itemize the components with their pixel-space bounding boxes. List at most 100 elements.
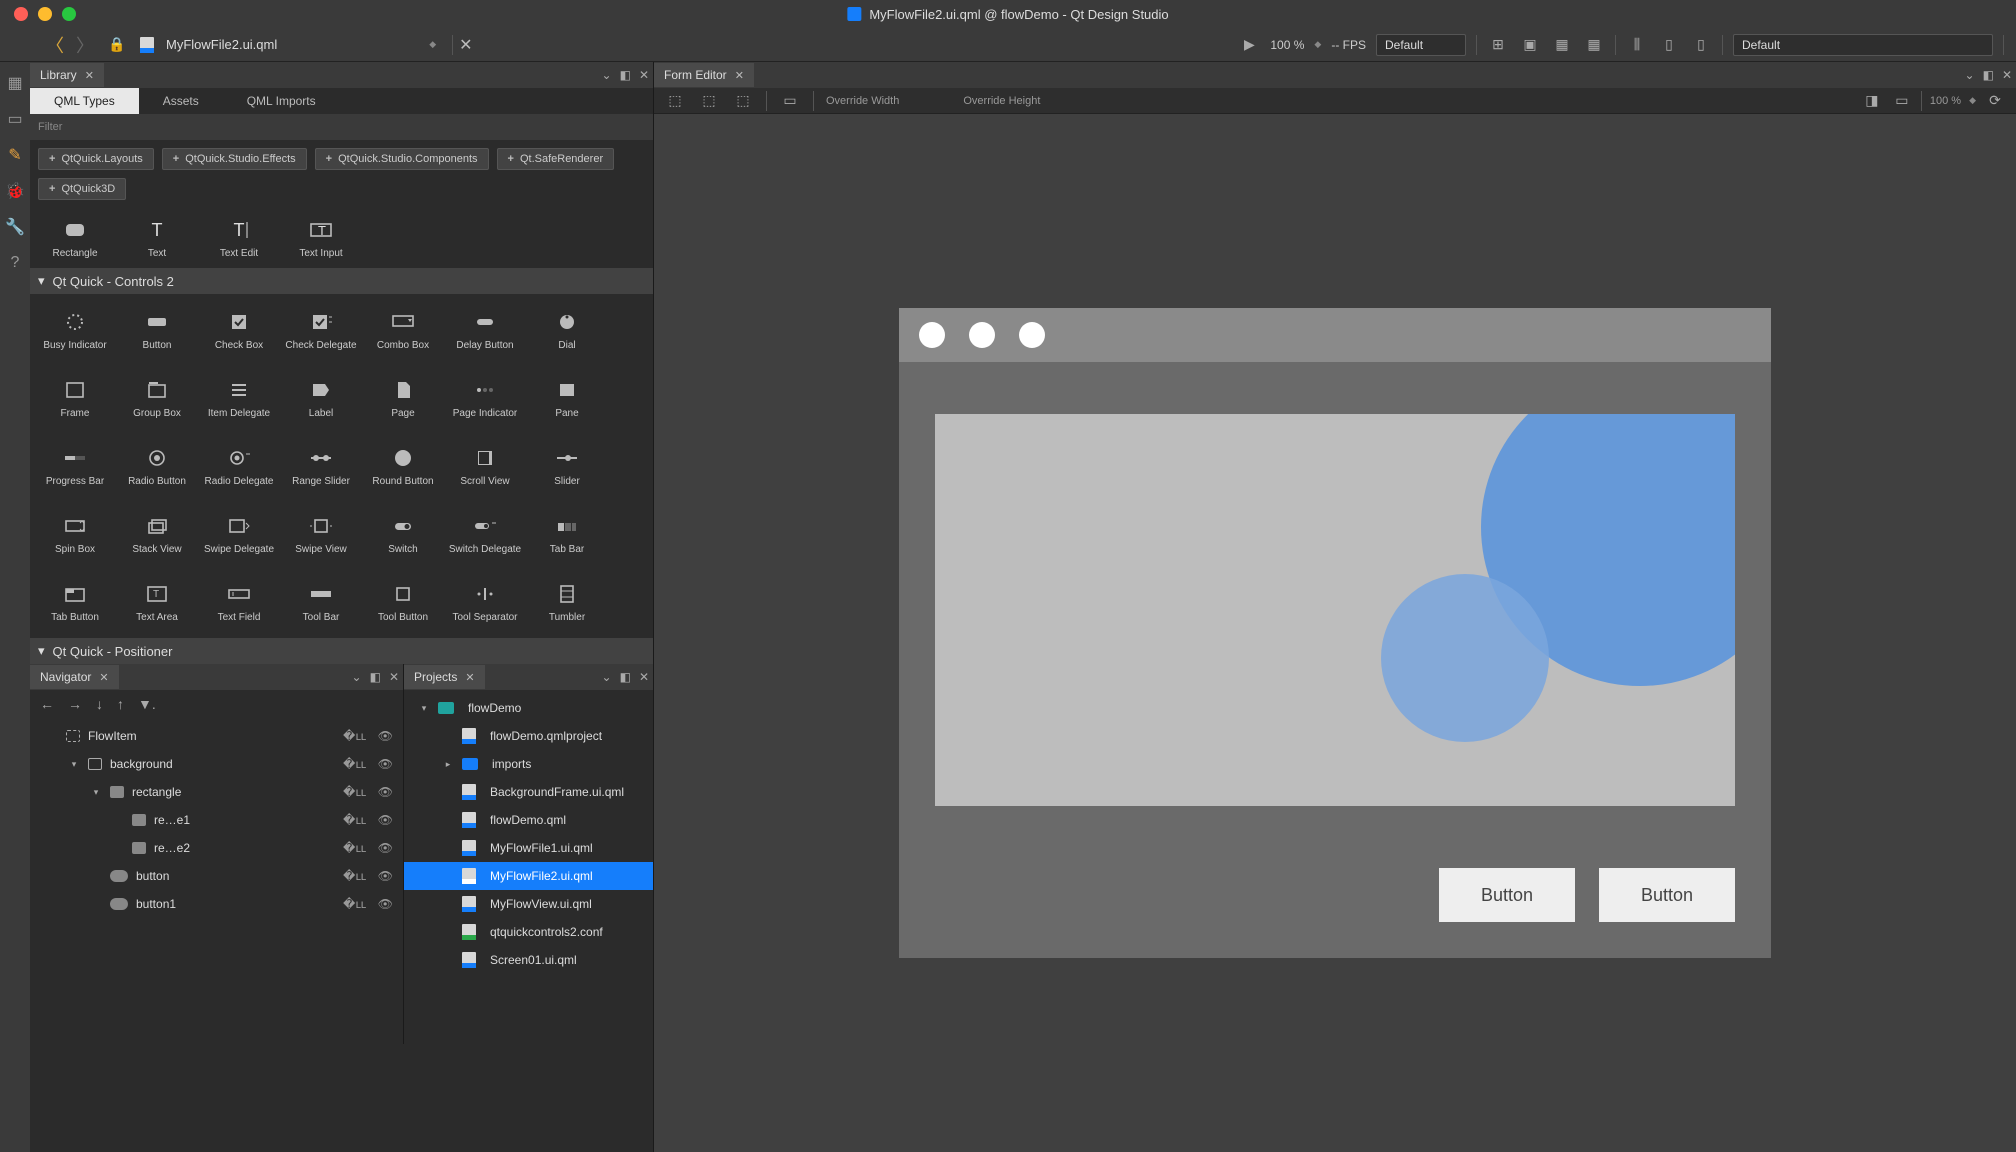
close-icon[interactable]: ✕ (85, 69, 94, 82)
file-dropdown-icon[interactable]: ◆ (429, 39, 436, 50)
grid-icon-1[interactable]: ▦ (1551, 34, 1573, 56)
import-chip[interactable]: +QtQuick3D (38, 178, 126, 200)
project-row[interactable]: qtquickcontrols2.conf (404, 918, 653, 946)
component-item[interactable]: Range Slider (280, 432, 362, 500)
component-item[interactable]: Pane (526, 364, 608, 432)
form-editor-tab[interactable]: Form Editor ✕ (654, 63, 754, 87)
tool-icon-1[interactable]: ◨ (1861, 90, 1883, 112)
component-item[interactable]: Spin Box (34, 500, 116, 568)
component-item[interactable]: Item Delegate (198, 364, 280, 432)
project-row[interactable]: flowDemo.qmlproject (404, 722, 653, 750)
component-item[interactable]: Slider (526, 432, 608, 500)
play-icon[interactable]: ▶ (1238, 34, 1260, 56)
expand-icon[interactable]: ▾ (68, 759, 80, 770)
popout-icon[interactable]: ◧ (366, 670, 385, 684)
component-item[interactable]: Page (362, 364, 444, 432)
settings-mode-icon[interactable]: 🔧 (4, 216, 26, 238)
chevron-down-icon[interactable]: ⌄ (598, 68, 616, 82)
arrow-down-icon[interactable]: ↓ (96, 696, 103, 712)
close-panel-icon[interactable]: ✕ (635, 68, 653, 82)
close-panel-icon[interactable]: ✕ (385, 670, 403, 684)
project-row[interactable]: ▾flowDemo (404, 694, 653, 722)
visibility-icon[interactable]: 👁 (378, 785, 393, 799)
align-icon-1[interactable]: ⫼ (1626, 34, 1648, 56)
export-icon[interactable]: �ււ (343, 729, 366, 743)
arrow-right-icon[interactable]: → (68, 696, 82, 712)
anchor-icon-2[interactable]: ⬚ (698, 90, 720, 112)
component-item[interactable]: Group Box (116, 364, 198, 432)
component-item[interactable]: Progress Bar (34, 432, 116, 500)
tool-icon-2[interactable]: ▭ (1891, 90, 1913, 112)
popout-icon[interactable]: ◧ (616, 68, 635, 82)
component-item[interactable]: Switch Delegate (444, 500, 526, 568)
component-item[interactable]: Rectangle (34, 208, 116, 268)
override-width-label[interactable]: Override Width (826, 95, 899, 107)
project-row[interactable]: ▸imports (404, 750, 653, 778)
chevron-down-icon[interactable]: ⌄ (598, 670, 616, 684)
help-mode-icon[interactable]: ? (4, 252, 26, 274)
canvas-zoom[interactable]: 100 % (1930, 95, 1961, 107)
expand-icon[interactable]: ▸ (442, 759, 454, 770)
canvas[interactable]: Button Button (654, 114, 2016, 1152)
component-item[interactable]: Round Button (362, 432, 444, 500)
export-icon[interactable]: �ււ (343, 785, 366, 799)
expand-icon[interactable]: ▾ (418, 703, 430, 714)
component-item[interactable]: Swipe Delegate (198, 500, 280, 568)
export-icon[interactable]: �ււ (343, 813, 366, 827)
expand-icon[interactable]: ▾ (90, 787, 102, 798)
popout-icon[interactable]: ◧ (616, 670, 635, 684)
project-row[interactable]: MyFlowView.ui.qml (404, 890, 653, 918)
component-item[interactable]: Tab Button (34, 568, 116, 636)
mock-button-1[interactable]: Button (1439, 868, 1575, 922)
component-item[interactable]: Dial (526, 296, 608, 364)
export-icon[interactable]: �ււ (343, 897, 366, 911)
chevron-down-icon[interactable]: ⌄ (1961, 68, 1979, 82)
zoom-value[interactable]: 100 % (1270, 38, 1304, 52)
component-item[interactable]: Combo Box (362, 296, 444, 364)
close-file-icon[interactable]: ✕ (452, 35, 478, 55)
import-chip[interactable]: +QtQuick.Layouts (38, 148, 154, 170)
anchor-icon-1[interactable]: ⬚ (664, 90, 686, 112)
design-mode-icon[interactable]: ✎ (4, 144, 26, 166)
library-tab[interactable]: Library ✕ (30, 63, 104, 87)
zoom-dropdown-icon[interactable]: ◆ (1314, 39, 1321, 50)
close-panel-icon[interactable]: ✕ (635, 670, 653, 684)
align-icon-3[interactable]: ▯ (1690, 34, 1712, 56)
subtab-assets[interactable]: Assets (139, 88, 223, 114)
component-item[interactable]: Check Delegate (280, 296, 362, 364)
arrow-left-icon[interactable]: ← (40, 696, 54, 712)
refresh-icon[interactable]: ⟳ (1984, 90, 2006, 112)
close-panel-icon[interactable]: ✕ (1998, 68, 2016, 82)
visibility-icon[interactable]: 👁 (378, 757, 393, 771)
export-icon[interactable]: �ււ (343, 841, 366, 855)
maximize-window-icon[interactable] (62, 7, 76, 21)
filter-input[interactable]: Filter (30, 114, 653, 140)
open-file-name[interactable]: MyFlowFile2.ui.qml (166, 37, 417, 52)
navigator-row[interactable]: button1�ււ👁 (30, 890, 403, 918)
subtab-qml-imports[interactable]: QML Imports (223, 88, 340, 114)
visibility-icon[interactable]: 👁 (378, 729, 393, 743)
nav-back-icon[interactable]: 〈 (46, 32, 64, 58)
navigator-row[interactable]: re…e1�ււ👁 (30, 806, 403, 834)
component-item[interactable]: Tool Separator (444, 568, 526, 636)
export-icon[interactable]: �ււ (343, 869, 366, 883)
component-item[interactable]: Busy Indicator (34, 296, 116, 364)
section-positioner[interactable]: ▾ Qt Quick - Positioner (30, 638, 653, 664)
align-icon-2[interactable]: ▯ (1658, 34, 1680, 56)
component-item[interactable]: Switch (362, 500, 444, 568)
projects-tab[interactable]: Projects ✕ (404, 665, 485, 689)
grid-mode-icon[interactable]: ▦ (4, 72, 26, 94)
component-item[interactable]: TText Edit (198, 208, 280, 268)
mock-button-2[interactable]: Button (1599, 868, 1735, 922)
component-item[interactable]: Swipe View (280, 500, 362, 568)
navigator-row[interactable]: FlowItem�ււ👁 (30, 722, 403, 750)
fps-mode-select[interactable]: Default (1376, 34, 1466, 56)
component-item[interactable]: Check Box (198, 296, 280, 364)
doc-mode-icon[interactable]: ▭ (4, 108, 26, 130)
component-item[interactable]: Delay Button (444, 296, 526, 364)
mock-circle-small[interactable] (1381, 574, 1549, 742)
close-icon[interactable]: ✕ (99, 671, 108, 684)
lock-icon[interactable]: 🔒 (106, 34, 128, 56)
component-item[interactable]: Scroll View (444, 432, 526, 500)
layout-icon[interactable]: ▭ (779, 90, 801, 112)
